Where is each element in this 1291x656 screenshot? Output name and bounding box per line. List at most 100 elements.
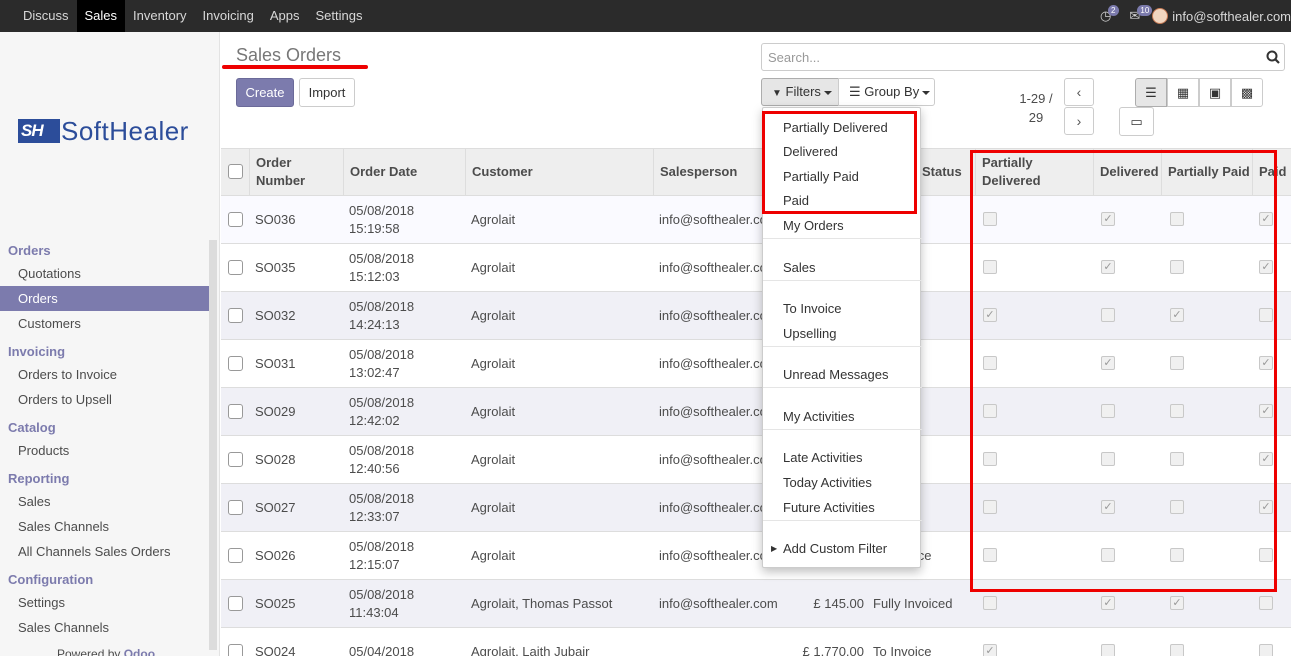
sidebar-section-configuration: Configuration: [8, 572, 94, 587]
sidebar-scrollbar[interactable]: [209, 240, 217, 650]
sidebar-item-sales-channels[interactable]: Sales Channels: [0, 514, 209, 539]
sidebar-item-products[interactable]: Products: [0, 438, 209, 463]
row-select-checkbox[interactable]: [228, 404, 243, 419]
list-icon: ☰: [1145, 85, 1157, 100]
systray: ◷ 2 ✉ 10 info@softhealer.com: [1100, 0, 1291, 32]
partially-delivered-checkbox: ✓: [983, 644, 997, 656]
cell-customer: Agrolait: [471, 500, 516, 515]
row-select-checkbox[interactable]: [228, 596, 243, 611]
chevron-left-icon: ‹: [1076, 84, 1082, 100]
create-button[interactable]: Create: [236, 78, 294, 107]
sidebar-item-orders-to-invoice[interactable]: Orders to Invoice: [0, 362, 209, 387]
cell-order-date: 05/08/2018 12:40:56: [349, 436, 461, 484]
sidebar-item-settings[interactable]: Settings: [0, 590, 209, 615]
order-time: 15:19:58: [349, 221, 400, 236]
search-placeholder: Search...: [768, 50, 821, 65]
sidebar-item-all-channels-sales-orders[interactable]: All Channels Sales Orders: [0, 539, 209, 564]
kanban-view-button[interactable]: ▦: [1167, 78, 1199, 107]
row-select-checkbox[interactable]: [228, 500, 243, 515]
powered-brand[interactable]: Odoo: [124, 647, 155, 656]
filter-to-invoice[interactable]: To Invoice: [783, 300, 842, 318]
avatar: [1152, 8, 1169, 24]
calendar-icon: ▣: [1208, 85, 1222, 100]
calendar-view-button[interactable]: ▣: [1199, 78, 1231, 107]
sidebar-item-sales[interactable]: Sales: [0, 489, 209, 514]
row-select-checkbox[interactable]: [228, 644, 243, 656]
caret-down-icon: [823, 90, 832, 95]
pager-previous-button[interactable]: ‹: [1064, 78, 1094, 106]
sidebar-section-reporting: Reporting: [8, 471, 70, 486]
filter-my-orders[interactable]: My Orders: [783, 217, 844, 235]
app-menu-apps[interactable]: Apps: [262, 0, 308, 32]
menu-divider: [763, 520, 922, 521]
pivot-view-button[interactable]: ▩: [1231, 78, 1263, 107]
table-row[interactable]: SO024 05/04/2018 Agrolait, Laith Jubair £ 1…: [221, 628, 1291, 656]
cell-customer: Agrolait: [471, 212, 516, 227]
filters-button[interactable]: ▼ Filters: [761, 78, 839, 106]
sidebar-item-orders-to-upsell[interactable]: Orders to Upsell: [0, 387, 209, 412]
bar-chart-icon: ▭: [1130, 114, 1143, 129]
filter-late-activities[interactable]: Late Activities: [783, 449, 863, 467]
app-menu-inventory[interactable]: Inventory: [125, 0, 194, 32]
sidebar-item-customers[interactable]: Customers: [0, 311, 209, 336]
cell-customer: Agrolait: [471, 260, 516, 275]
row-select-checkbox[interactable]: [228, 308, 243, 323]
header-order-number[interactable]: Order Number: [249, 149, 344, 195]
app-menu-invoicing[interactable]: Invoicing: [195, 0, 262, 32]
pager-next-button[interactable]: ›: [1064, 107, 1094, 135]
sidebar-item-quotations[interactable]: Quotations: [0, 261, 209, 286]
order-time: 12:42:02: [349, 413, 400, 428]
paid-checkbox: [1259, 644, 1273, 656]
app-menu-sales[interactable]: Sales: [76, 0, 126, 32]
order-date: 05/08/2018: [349, 491, 415, 506]
row-select-checkbox[interactable]: [228, 548, 243, 563]
menu-divider: [763, 280, 922, 281]
group-by-button[interactable]: ☰ Group By: [838, 78, 935, 106]
activity-icon[interactable]: ◷ 2: [1100, 5, 1119, 24]
cell-order-date: 05/08/2018 14:24:13: [349, 292, 461, 340]
filter-my-activities[interactable]: My Activities: [783, 408, 855, 426]
sidebar: SH SoftHealer Orders Quotations Orders Cust…: [0, 32, 220, 656]
cell-order-date: 05/04/2018: [349, 628, 461, 656]
cell-order-date: 05/08/2018 12:42:02: [349, 388, 461, 436]
row-select-checkbox[interactable]: [228, 356, 243, 371]
messages-icon[interactable]: ✉ 10: [1129, 5, 1153, 24]
import-button[interactable]: Import: [299, 78, 355, 107]
filter-sales[interactable]: Sales: [783, 259, 816, 277]
list-view-button[interactable]: ☰: [1135, 78, 1167, 107]
header-customer[interactable]: Customer: [465, 149, 653, 195]
order-date: 05/08/2018: [349, 203, 415, 218]
select-all-checkbox[interactable]: [228, 164, 243, 179]
header-status[interactable]: Status: [916, 149, 973, 195]
partially-paid-checkbox: [1170, 644, 1184, 656]
header-order-date[interactable]: Order Date: [343, 149, 465, 195]
sidebar-nav: Orders Quotations Orders Customers Invoicing…: [0, 240, 209, 640]
paid-checkbox: [1259, 596, 1273, 610]
filter-unread-messages[interactable]: Unread Messages: [783, 366, 889, 384]
user-menu[interactable]: info@softhealer.com: [1152, 8, 1291, 24]
search-input[interactable]: Search...: [761, 43, 1285, 71]
row-select-checkbox[interactable]: [228, 212, 243, 227]
graph-view-button[interactable]: ▭: [1119, 107, 1154, 136]
app-menu-discuss[interactable]: Discuss: [15, 0, 77, 32]
cell-order-number: SO036: [255, 212, 296, 227]
search-icon[interactable]: [1266, 50, 1280, 64]
cell-order-date: 05/08/2018 15:12:03: [349, 244, 461, 292]
row-select-checkbox[interactable]: [228, 260, 243, 275]
cell-order-date: 05/08/2018 12:15:07: [349, 532, 461, 580]
sidebar-item-orders[interactable]: Orders: [0, 286, 209, 311]
filter-today-activities[interactable]: Today Activities: [783, 474, 872, 492]
cell-status: Fully Invoiced: [873, 596, 953, 611]
sidebar-item-sales-channels[interactable]: Sales Channels: [0, 615, 209, 640]
row-select-checkbox[interactable]: [228, 452, 243, 467]
filter-future-activities[interactable]: Future Activities: [783, 499, 875, 517]
filters-highlight-box: [762, 111, 917, 214]
filter-upselling[interactable]: Upselling: [783, 325, 836, 343]
app-menu: Discuss Sales Inventory Invoicing Apps Settin…: [0, 0, 370, 32]
filter-add-custom-filter[interactable]: ▶ Add Custom Filter: [771, 540, 887, 558]
logo-text: SoftHealer: [61, 115, 189, 146]
pager-value[interactable]: 1-29 / 29: [1013, 89, 1059, 127]
chevron-right-icon: ›: [1076, 113, 1082, 129]
logo-mark: SH: [18, 119, 60, 143]
app-menu-settings[interactable]: Settings: [307, 0, 370, 32]
